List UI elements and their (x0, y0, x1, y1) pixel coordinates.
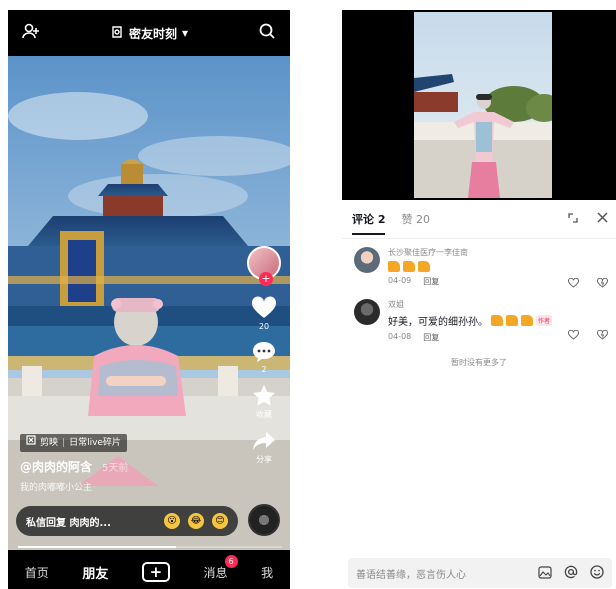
playback-progress-fill (18, 546, 177, 548)
comment-input-placeholder: 善语结善缘，恶言伤人心 (356, 569, 466, 581)
douyin-friends-feed-screen: 密友时刻 ▾ + 20 2 收藏 分享 剪映 | 日常live碎片 @肉肉的阿含… (8, 10, 290, 589)
emoji-smile-icon[interactable]: 😊 (212, 513, 228, 529)
capcut-brand: 剪映 (40, 438, 59, 448)
right-action-rail: + 20 2 收藏 分享 (244, 246, 284, 465)
video-caption: 我的肉嘟嘟小公主 (20, 483, 93, 493)
comment-input[interactable]: 善语结善缘，恶言伤人心 (348, 558, 612, 588)
commenter-avatar[interactable] (354, 247, 380, 273)
messages-badge: 6 (224, 554, 238, 568)
video-preview[interactable] (342, 10, 616, 200)
close-friends-moments-selector[interactable]: 密友时刻 ▾ (110, 25, 188, 42)
dm-reply-text: 私信回复 肉肉的... (26, 517, 111, 529)
comment-date: 04-09 (388, 276, 412, 285)
heart-icon (251, 296, 277, 320)
author-name[interactable]: @肉肉的阿含 (20, 458, 92, 475)
nav-messages[interactable]: 消息 6 (203, 554, 238, 581)
playback-progress-bar[interactable] (18, 546, 282, 548)
sheet-actions (567, 212, 608, 227)
close-icon[interactable] (597, 212, 608, 227)
comment-actions (568, 273, 608, 292)
thumbs-up-icon (403, 261, 415, 272)
nav-me[interactable]: 我 (261, 564, 273, 581)
music-disc-icon[interactable] (248, 504, 280, 536)
comment-panel-screen: 评论 2 赞 20 长沙聚佳医疗一李佳南 04-09 回复 双姐 好美，可爱的细… (342, 10, 616, 589)
comment-sheet: 评论 2 赞 20 长沙聚佳医疗一李佳南 04-09 回复 双姐 好美，可爱的细… (342, 204, 616, 589)
post-time: 5天前 (102, 463, 129, 474)
star-icon (252, 384, 276, 407)
like-heart-icon[interactable] (568, 325, 579, 344)
caret-down-icon: ▾ (181, 26, 189, 40)
emoji-wow-icon[interactable]: 😮 (164, 513, 180, 529)
mention-at-icon[interactable] (564, 564, 578, 583)
create-plus-button[interactable]: + (141, 562, 170, 582)
author-tag: 作者 (536, 315, 553, 326)
comment-bubble-icon (252, 341, 276, 363)
reply-link[interactable]: 回复 (423, 332, 439, 343)
commenter-name[interactable]: 双姐 (388, 299, 606, 310)
no-more-comments: 暂时没有更多了 (451, 358, 507, 367)
top-bar: 密友时刻 ▾ (8, 10, 290, 56)
capcut-icon (26, 434, 36, 452)
dislike-icon[interactable] (597, 273, 608, 292)
emoji-icon[interactable] (590, 564, 604, 583)
share-button[interactable]: 分享 (252, 430, 276, 465)
dislike-icon[interactable] (597, 325, 608, 344)
comment-tabs: 评论 2 赞 20 (342, 204, 616, 235)
comment-button[interactable]: 2 (252, 341, 276, 374)
thumbs-up-icon (388, 261, 400, 272)
expand-icon[interactable] (567, 212, 579, 227)
add-friend-icon[interactable] (22, 22, 40, 44)
capcut-template-tag[interactable]: 剪映 | 日常live碎片 (20, 434, 127, 452)
favorite-button[interactable]: 收藏 (252, 384, 276, 420)
dm-reply-bar[interactable]: 私信回复 肉肉的... 😮 😂 😊 (16, 506, 238, 536)
author-row: @肉肉的阿含 5天前 (20, 458, 128, 475)
comment-actions (568, 325, 608, 344)
like-heart-icon[interactable] (568, 273, 579, 292)
share-arrow-icon (252, 430, 276, 452)
comment-emoji-row (388, 261, 606, 272)
bottom-nav: 首页 朋友 + 消息 6 我 (8, 554, 290, 589)
comment-count: 2 (261, 365, 267, 374)
thumbs-up-icon (521, 315, 533, 326)
tab-comments[interactable]: 评论 2 (352, 211, 386, 235)
commenter-name[interactable]: 长沙聚佳医疗一李佳南 (388, 247, 606, 258)
capcut-text: 日常live碎片 (69, 438, 121, 448)
thumbs-up-icon (491, 315, 503, 326)
comment-date: 04-08 (388, 332, 412, 341)
commenter-avatar[interactable] (354, 299, 380, 325)
thumbs-up-icon (418, 261, 430, 272)
follow-plus-icon[interactable]: + (259, 272, 273, 286)
capcut-divider: | (62, 438, 66, 448)
emoji-laugh-icon[interactable]: 😂 (188, 513, 204, 529)
moments-icon (110, 25, 124, 42)
comment-item: 双姐 好美，可爱的细孙孙。 作者 04-08 回复 (342, 291, 616, 347)
like-count: 20 (258, 322, 270, 331)
moments-title: 密友时刻 (128, 26, 177, 41)
share-label: 分享 (256, 455, 272, 464)
image-icon[interactable] (538, 564, 552, 583)
tab-likes[interactable]: 赞 20 (401, 211, 430, 227)
reply-link[interactable]: 回复 (423, 276, 439, 287)
favorite-label: 收藏 (256, 410, 272, 419)
nav-friends[interactable]: 朋友 (82, 563, 108, 582)
search-icon[interactable] (258, 22, 276, 44)
nav-messages-label: 消息 (203, 565, 228, 580)
like-button[interactable]: 20 (251, 296, 277, 331)
thumbs-up-icon (506, 315, 518, 326)
comment-item: 长沙聚佳医疗一李佳南 04-09 回复 (342, 239, 616, 291)
author-avatar[interactable]: + (247, 246, 281, 286)
nav-home[interactable]: 首页 (25, 564, 49, 581)
comment-text: 好美，可爱的细孙孙。 (388, 317, 488, 328)
